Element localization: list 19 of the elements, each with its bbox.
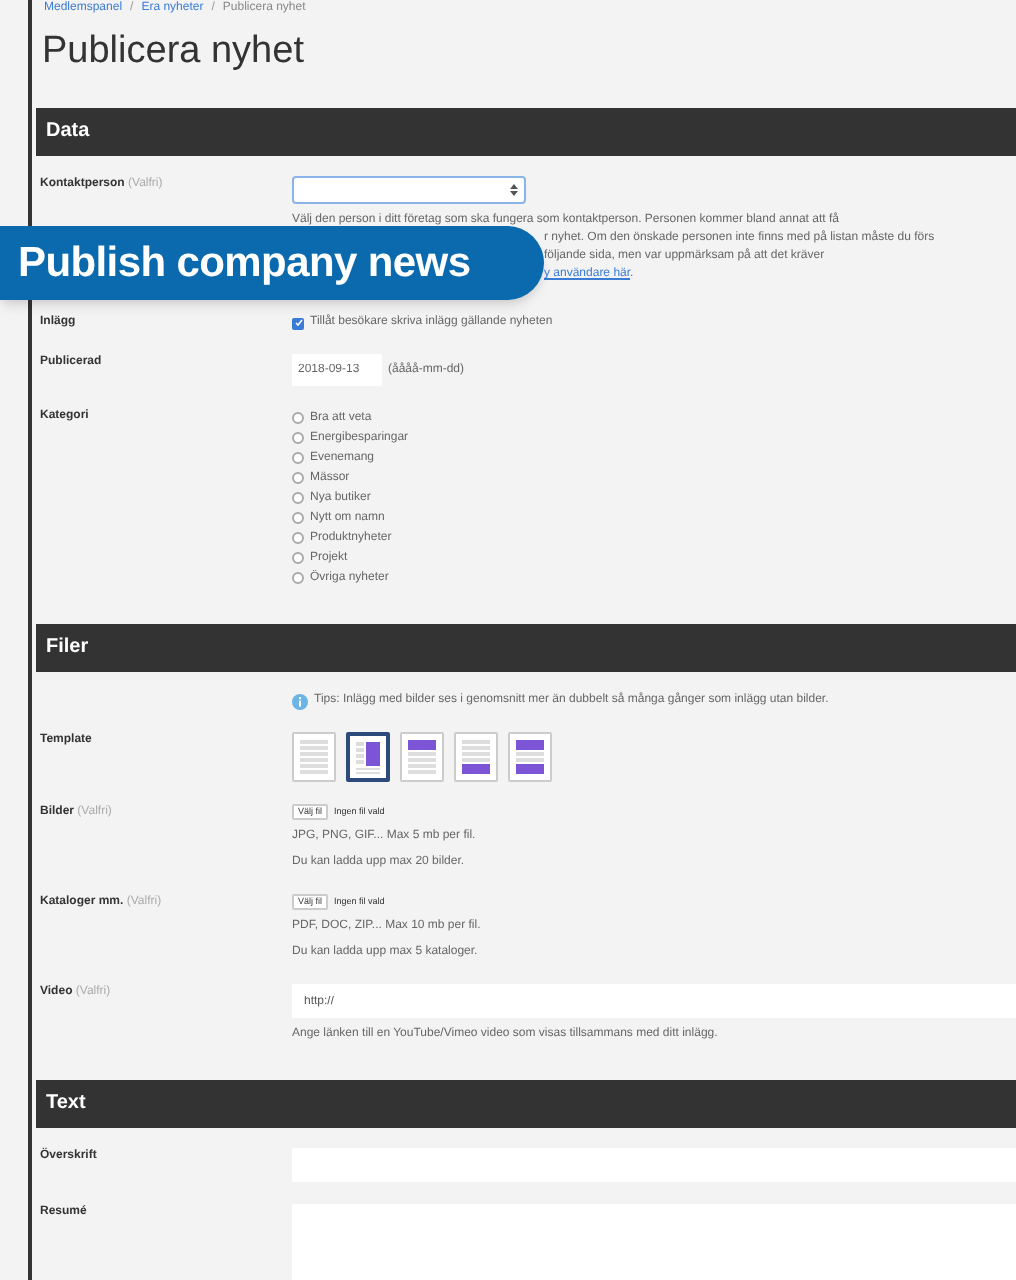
info-icon bbox=[292, 693, 308, 709]
radio-button[interactable] bbox=[292, 532, 304, 544]
section-header: Text bbox=[36, 1080, 1016, 1128]
page-title: Publicera nyhet bbox=[40, 28, 304, 76]
radio-button[interactable] bbox=[292, 432, 304, 444]
radio-button[interactable] bbox=[292, 552, 304, 564]
radio-button[interactable] bbox=[292, 412, 304, 424]
radio-button[interactable] bbox=[292, 452, 304, 464]
radio-button[interactable] bbox=[292, 572, 304, 584]
template-thumbnail[interactable] bbox=[346, 732, 390, 782]
select-arrows-icon bbox=[510, 184, 518, 196]
radio-button[interactable] bbox=[292, 512, 304, 524]
checkbox[interactable] bbox=[292, 317, 304, 329]
banner: Publish company news bbox=[0, 226, 544, 300]
radio-button[interactable] bbox=[292, 472, 304, 484]
section-header: Filer bbox=[36, 624, 1016, 672]
section-header: Data bbox=[36, 108, 1016, 156]
select-field[interactable] bbox=[292, 176, 526, 204]
radio-button[interactable] bbox=[292, 492, 304, 504]
